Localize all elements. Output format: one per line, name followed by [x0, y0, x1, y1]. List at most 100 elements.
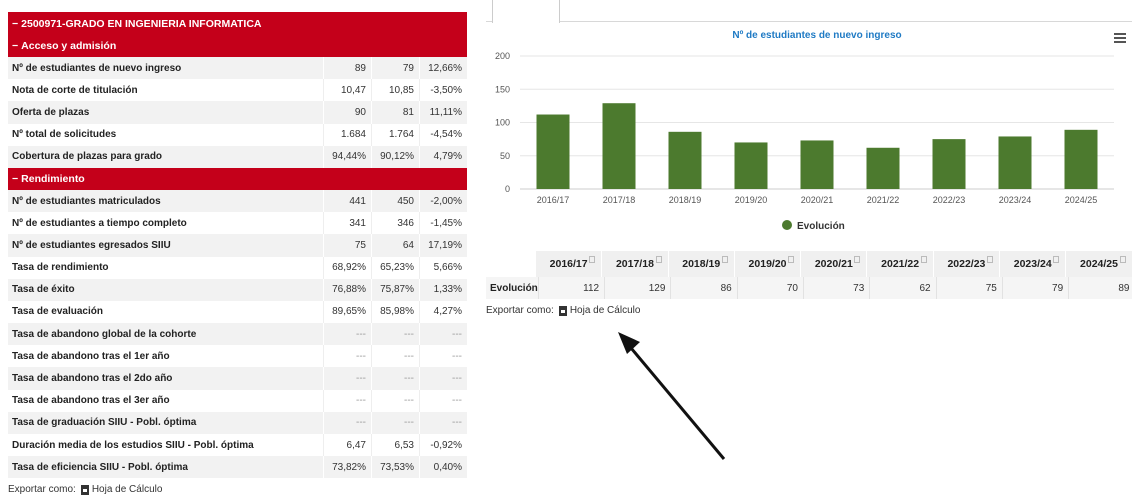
tab-1[interactable]: Por centro: [576, 0, 644, 22]
section-header[interactable]: − Acceso y admisión: [8, 35, 467, 57]
indicator-value-v3: 4,27%: [419, 300, 467, 324]
data-table-col-header[interactable]: 2018/19: [667, 251, 734, 277]
data-table-col-header[interactable]: 2024/25: [1065, 251, 1132, 277]
collapse-icon[interactable]: −: [12, 18, 18, 30]
indicator-value-v1: 76,88%: [323, 278, 371, 301]
indicator-row: Tasa de abandono tras el 2do año --- --- --…: [8, 367, 467, 390]
sort-icon[interactable]: [987, 256, 994, 263]
indicator-value-v1: 10,47: [323, 79, 371, 102]
export-right: Exportar como: Hoja de Cálculo: [486, 305, 640, 316]
spreadsheet-icon[interactable]: [80, 484, 89, 495]
indicator-value-v3: ---: [419, 367, 467, 390]
indicator-value-v1: 89: [323, 57, 371, 80]
sort-icon[interactable]: [920, 256, 927, 263]
col-header-label: 2018/19: [682, 258, 721, 270]
indicator-value-v3: -1,45%: [419, 212, 467, 235]
indicator-row: Tasa de eficiencia SIIU - Pobl. óptima 73…: [8, 456, 467, 479]
spreadsheet-icon[interactable]: [558, 305, 567, 316]
indicator-label: Tasa de abandono tras el 2do año: [12, 373, 173, 385]
sort-icon[interactable]: [1053, 256, 1060, 263]
col-header-label: 2019/20: [748, 258, 787, 270]
indicator-value-v3: -3,50%: [419, 79, 467, 102]
x-tick-label: 2021/22: [867, 195, 900, 205]
x-tick-label: 2020/21: [801, 195, 834, 205]
export-spreadsheet-link[interactable]: Hoja de Cálculo: [570, 305, 641, 316]
collapse-icon[interactable]: −: [12, 40, 18, 52]
indicator-label: Nº de estudiantes de nuevo ingreso: [12, 62, 182, 74]
data-table-col-header[interactable]: 2019/20: [733, 251, 801, 277]
indicator-value-v3: 5,66%: [419, 256, 467, 279]
sort-icon[interactable]: [854, 256, 861, 263]
data-table-cell: 86: [670, 277, 736, 299]
tab-3[interactable]: Por modalidad: [736, 0, 824, 22]
indicator-value-v1: 6,47: [323, 434, 371, 457]
indicator-value-v2: ---: [371, 323, 419, 346]
indicator-value-v2: ---: [371, 345, 419, 368]
export-label: Exportar como:: [8, 484, 76, 495]
bar-2021/22: [866, 147, 900, 189]
tab-0[interactable]: Evolución: [492, 0, 560, 23]
section-header[interactable]: − Rendimiento: [8, 167, 467, 190]
sort-icon[interactable]: [589, 256, 596, 263]
x-tick-label: 2022/23: [933, 195, 966, 205]
indicator-value-v3: ---: [419, 323, 467, 346]
data-table-col-header[interactable]: 2023/24: [999, 251, 1066, 277]
indicator-value-v2: 346: [371, 212, 419, 235]
indicator-row: Nº de estudiantes de nuevo ingreso 89 79 12…: [8, 57, 467, 80]
data-table-cell: 129: [604, 277, 670, 299]
sort-icon[interactable]: [788, 256, 795, 263]
indicator-row: Oferta de plazas 90 81 11,11%: [8, 101, 467, 124]
indicator-value-v1: 441: [323, 189, 371, 213]
indicator-value-v3: ---: [419, 389, 467, 412]
data-table-cell: 73: [802, 277, 869, 299]
indicator-value-v3: 1,33%: [419, 278, 467, 301]
indicator-value-v2: ---: [371, 389, 419, 412]
indicators-table: −2500971-GRADO EN INGENIERIA INFORMATICA…: [8, 12, 467, 479]
indicator-value-v2: 6,53: [371, 434, 419, 457]
x-tick-label: 2016/17: [537, 195, 570, 205]
indicator-row: Tasa de abandono global de la cohorte ---…: [8, 323, 467, 346]
data-table-col-header[interactable]: 2022/23: [932, 251, 1000, 277]
chart-container: Nº de estudiantes de nuevo ingreso 0 50 100…: [486, 24, 1132, 242]
chart-tabs: Evolución Por centro Por plan Por modalidad…: [486, 0, 1132, 23]
indicator-value-v1: ---: [323, 323, 371, 346]
indicator-label: Tasa de abandono tras el 3er año: [12, 395, 170, 407]
indicator-value-v2: ---: [371, 367, 419, 390]
indicator-value-v2: 75,87%: [371, 278, 419, 301]
data-table-col-header[interactable]: 2020/21: [800, 251, 867, 277]
data-table-col-header[interactable]: 2017/18: [601, 251, 668, 277]
export-label: Exportar como:: [486, 305, 554, 316]
indicator-label: Tasa de eficiencia SIIU - Pobl. óptima: [12, 461, 188, 473]
sort-icon[interactable]: [1119, 256, 1126, 263]
indicator-row: Nº de estudiantes a tiempo completo 341 34…: [8, 212, 467, 235]
tab-4[interactable]: Por sexo: [843, 0, 904, 22]
section-title: Acceso y admisión: [21, 40, 117, 52]
indicator-label: Tasa de rendimiento: [12, 262, 109, 274]
indicator-label: Tasa de éxito: [12, 284, 75, 296]
data-table-col-header[interactable]: 2016/17: [535, 251, 602, 277]
indicator-value-v1: ---: [323, 389, 371, 412]
tab-2[interactable]: Por plan: [662, 0, 721, 22]
indicator-value-v2: 64: [371, 234, 419, 257]
bar-2019/20: [734, 142, 768, 189]
sort-icon[interactable]: [655, 256, 662, 263]
indicator-label: Tasa de abandono global de la cohorte: [12, 328, 197, 340]
collapse-icon[interactable]: −: [12, 173, 18, 185]
indicator-row: Nº de estudiantes matriculados 441 450 -2,0…: [8, 189, 467, 213]
data-table-col-header[interactable]: 2021/22: [866, 251, 933, 277]
indicator-value-v1: 90: [323, 101, 371, 124]
export-spreadsheet-link[interactable]: Hoja de Cálculo: [92, 484, 163, 495]
indicator-value-v3: 0,40%: [419, 456, 467, 479]
indicator-value-v1: 68,92%: [323, 256, 371, 279]
chart-menu-icon[interactable]: [1114, 33, 1126, 43]
col-header-label: 2021/22: [881, 258, 920, 270]
tab-5[interactable]: Por centro-tipo: [918, 0, 1007, 22]
col-header-label: 2016/17: [549, 258, 588, 270]
tab-label: Evolución: [503, 0, 549, 1]
sort-icon[interactable]: [721, 256, 728, 263]
indicator-value-v2: 65,23%: [371, 256, 419, 279]
indicator-value-v3: -0,92%: [419, 434, 467, 457]
indicator-value-v1: 89,65%: [323, 300, 371, 324]
program-header[interactable]: −2500971-GRADO EN INGENIERIA INFORMATICA: [8, 12, 467, 35]
indicator-label: Nº de estudiantes egresados SIIU: [12, 239, 171, 251]
